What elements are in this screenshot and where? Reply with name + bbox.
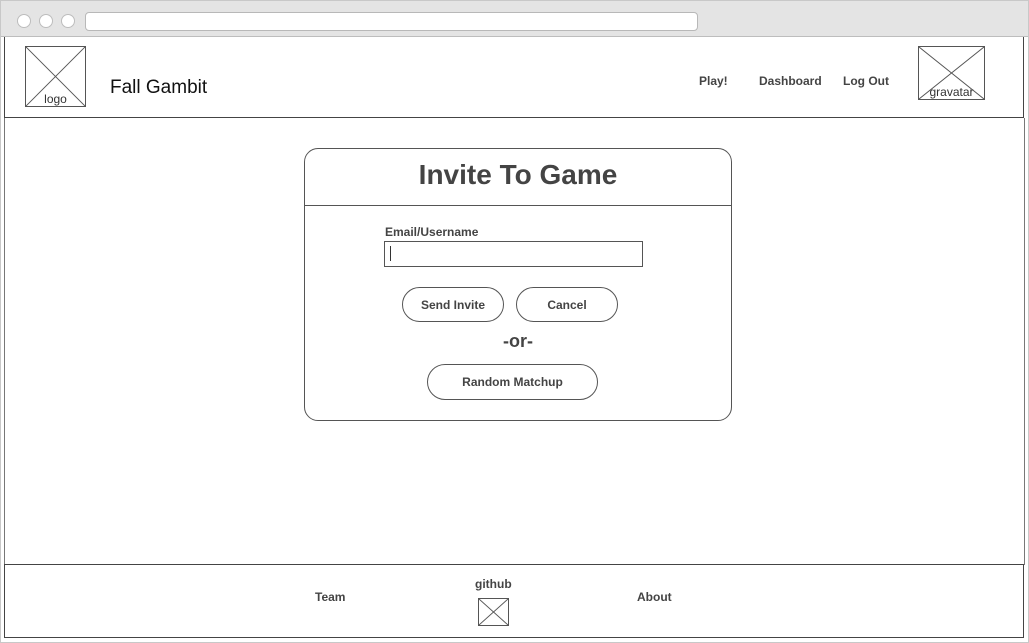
card-divider — [305, 205, 731, 206]
random-matchup-button[interactable]: Random Matchup — [427, 364, 598, 400]
invite-title: Invite To Game — [418, 159, 618, 190]
site-footer: Team github About — [4, 564, 1024, 638]
site-header: logo Fall Gambit Play! Dashboard Log Out… — [4, 37, 1024, 118]
address-bar[interactable] — [85, 12, 698, 31]
image-placeholder-icon — [479, 599, 508, 625]
browser-window: logo Fall Gambit Play! Dashboard Log Out… — [0, 0, 1029, 643]
email-username-input[interactable] — [384, 241, 643, 267]
page-border-right — [1024, 118, 1025, 565]
nav-logout[interactable]: Log Out — [843, 74, 889, 88]
window-minimize-button[interactable] — [39, 14, 53, 28]
logo-image[interactable]: logo — [25, 46, 86, 107]
nav-dashboard[interactable]: Dashboard — [759, 74, 822, 88]
site-title[interactable]: Fall Gambit — [110, 77, 207, 99]
cancel-button[interactable]: Cancel — [516, 287, 618, 322]
github-icon[interactable] — [478, 598, 509, 626]
footer-team-link[interactable]: Team — [315, 590, 345, 604]
window-close-button[interactable] — [17, 14, 31, 28]
browser-toolbar — [1, 1, 1028, 37]
gravatar-image[interactable]: gravatar — [918, 46, 985, 100]
page-border-left — [4, 118, 5, 565]
email-username-label: Email/Username — [385, 225, 479, 239]
window-maximize-button[interactable] — [61, 14, 75, 28]
invite-card: Invite To Game Email/Username Send Invit… — [304, 148, 732, 421]
send-invite-button[interactable]: Send Invite — [402, 287, 504, 322]
nav-play[interactable]: Play! — [699, 74, 728, 88]
text-cursor — [390, 246, 391, 261]
logo-caption: logo — [44, 92, 67, 106]
gravatar-caption: gravatar — [929, 85, 974, 99]
footer-about-link[interactable]: About — [637, 590, 672, 604]
footer-github-label: github — [475, 577, 512, 591]
or-separator: -or- — [503, 331, 533, 351]
